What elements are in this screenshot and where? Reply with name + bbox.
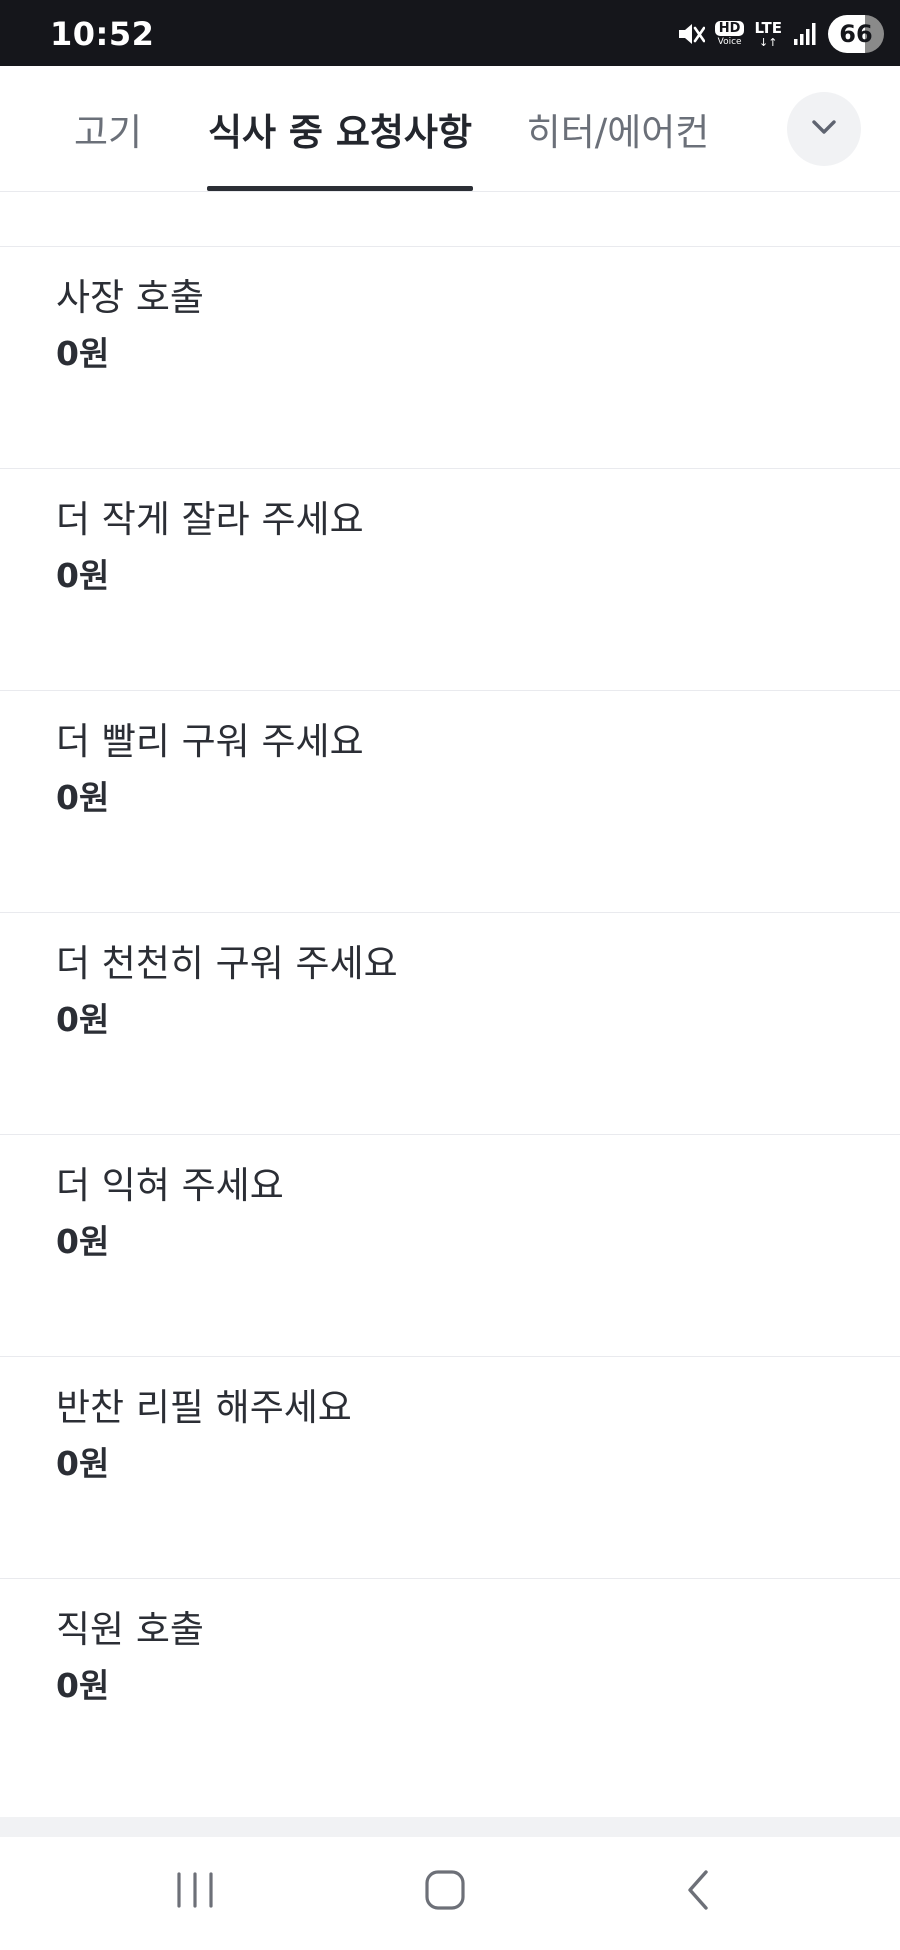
- list-item-call-owner[interactable]: 사장 호출 0원: [0, 247, 900, 469]
- list-item-grill-slower[interactable]: 더 천천히 구워 주세요 0원: [0, 913, 900, 1135]
- lte-arrows: ↓↑: [759, 35, 778, 49]
- back-button[interactable]: [653, 1857, 743, 1927]
- lte-icon: LTE ↓↑: [754, 18, 782, 49]
- item-price: 0원: [56, 778, 110, 818]
- list-item-grill-faster[interactable]: 더 빨리 구워 주세요 0원: [0, 691, 900, 913]
- recents-icon: [173, 1870, 217, 1914]
- voice-label: Voice: [717, 37, 742, 47]
- active-tab-indicator: [207, 186, 473, 191]
- item-name: 더 천천히 구워 주세요: [56, 942, 398, 985]
- list-item-cook-more[interactable]: 더 익혀 주세요 0원: [0, 1135, 900, 1357]
- item-name: 사장 호출: [56, 276, 204, 319]
- bottom-divider-strip: [0, 1817, 900, 1837]
- system-navigation-bar: [0, 1837, 900, 1950]
- list-item-cut-smaller[interactable]: 더 작게 잘라 주세요 0원: [0, 469, 900, 691]
- mute-icon: [675, 19, 705, 49]
- signal-icon: [792, 21, 818, 47]
- lte-label: LTE: [754, 18, 782, 37]
- list-top-spacer: [0, 192, 900, 247]
- home-button[interactable]: [400, 1857, 490, 1927]
- item-name: 더 작게 잘라 주세요: [56, 498, 364, 541]
- category-tab-bar: 고기 식사 중 요청사항 히터/에어컨: [0, 66, 900, 192]
- item-price: 0원: [56, 1222, 110, 1262]
- list-item-call-staff[interactable]: 직원 호출 0원: [0, 1579, 900, 1819]
- battery-indicator: 66: [828, 15, 884, 53]
- expand-tabs-button[interactable]: [787, 92, 861, 166]
- request-list: 사장 호출 0원 더 작게 잘라 주세요 0원 더 빨리 구워 주세요 0원 더…: [0, 192, 900, 1819]
- chevron-down-icon: [807, 110, 841, 148]
- hd-label: HD: [714, 21, 745, 36]
- status-time: 10:52: [50, 15, 155, 53]
- hd-voice-icon: HD Voice: [714, 21, 745, 47]
- item-name: 더 빨리 구워 주세요: [56, 720, 364, 763]
- item-price: 0원: [56, 556, 110, 596]
- tab-heater-aircon[interactable]: 히터/에어컨: [520, 66, 716, 192]
- status-icons: HD Voice LTE ↓↑ 66: [675, 14, 884, 54]
- item-price: 0원: [56, 1666, 110, 1706]
- home-icon: [423, 1868, 467, 1916]
- item-price: 0원: [56, 334, 110, 374]
- tab-dining-requests[interactable]: 식사 중 요청사항: [207, 66, 473, 192]
- tab-meat[interactable]: 고기: [56, 66, 160, 192]
- item-price: 0원: [56, 1444, 110, 1484]
- item-name: 직원 호출: [56, 1608, 204, 1651]
- item-name: 반찬 리필 해주세요: [56, 1386, 352, 1429]
- back-icon: [680, 1868, 716, 1916]
- item-price: 0원: [56, 1000, 110, 1040]
- recents-button[interactable]: [150, 1857, 240, 1927]
- status-bar: 10:52 HD Voice LTE ↓↑ 66: [0, 0, 900, 66]
- item-name: 더 익혀 주세요: [56, 1164, 284, 1207]
- list-item-side-dish-refill[interactable]: 반찬 리필 해주세요 0원: [0, 1357, 900, 1579]
